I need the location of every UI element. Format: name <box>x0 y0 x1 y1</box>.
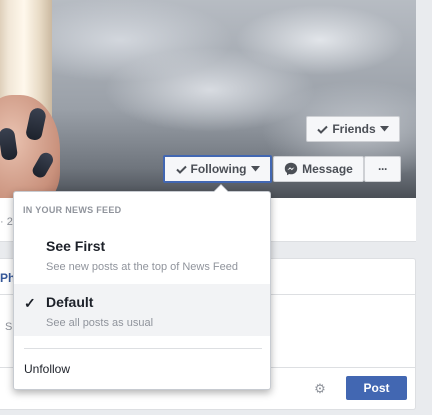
messenger-icon <box>284 162 298 176</box>
post-button[interactable]: Post <box>346 376 407 400</box>
message-button[interactable]: Message <box>273 156 364 182</box>
menu-section-header: IN YOUR NEWS FEED <box>23 205 122 215</box>
option-title: See First <box>46 238 106 254</box>
friends-button-label: Friends <box>332 122 376 136</box>
menu-divider <box>24 348 262 349</box>
option-description: See all posts as usual <box>46 317 154 329</box>
composer-placeholder-fragment: S <box>5 321 13 333</box>
menu-option-see-first[interactable]: See First See new posts at the top of Ne… <box>14 228 270 280</box>
check-icon <box>175 165 187 174</box>
following-dropdown-menu: IN YOUR NEWS FEED See First See new post… <box>13 184 271 390</box>
menu-option-default[interactable]: ✓ Default See all posts as usual <box>14 284 270 336</box>
check-icon <box>317 125 329 134</box>
strip-text: · 2 <box>0 216 13 228</box>
caret-down-icon <box>250 166 260 172</box>
friends-button[interactable]: Friends <box>306 116 400 142</box>
caret-down-icon <box>379 126 389 132</box>
more-icon: ··· <box>378 162 388 176</box>
menu-option-unfollow[interactable]: Unfollow <box>14 356 270 382</box>
more-options-button[interactable]: ··· <box>364 156 401 182</box>
checkmark-icon: ✓ <box>24 295 36 311</box>
gear-icon[interactable]: ⚙ <box>312 381 328 397</box>
option-description: See new posts at the top of News Feed <box>46 261 239 273</box>
message-button-label: Message <box>302 162 353 176</box>
following-button-label: Following <box>190 162 247 176</box>
unfollow-label: Unfollow <box>24 362 71 376</box>
following-button[interactable]: Following <box>163 155 272 183</box>
option-title: Default <box>46 294 94 310</box>
redacted-name-blur <box>76 361 110 376</box>
